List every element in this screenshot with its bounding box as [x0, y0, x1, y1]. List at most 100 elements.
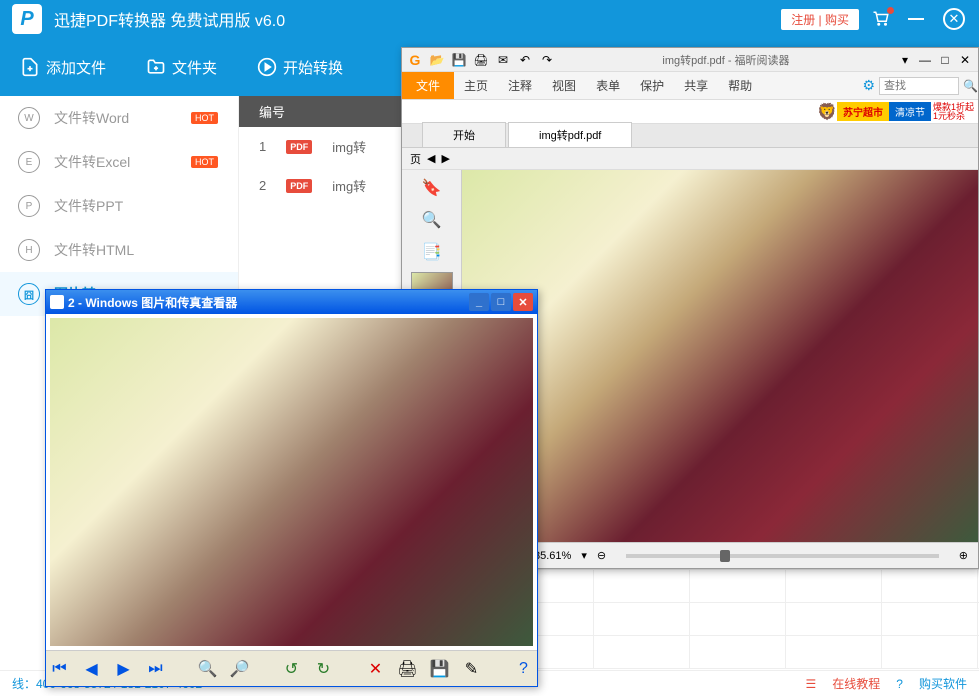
add-folder-button[interactable]: 文件夹	[146, 57, 217, 78]
tab-start[interactable]: 开始	[422, 122, 506, 147]
menu-comment[interactable]: 注释	[498, 72, 542, 99]
menu-help[interactable]: 帮助	[718, 72, 762, 99]
main-minimize-button[interactable]	[903, 6, 929, 32]
zoom-slider[interactable]	[626, 554, 939, 558]
file-num: 1	[259, 139, 266, 154]
page-label: 页	[410, 151, 421, 167]
pv-delete-icon[interactable]: ✕	[365, 658, 387, 680]
next-page-icon[interactable]: ▶	[441, 152, 449, 165]
list-icon: ☰	[806, 677, 817, 691]
foxit-minimize-button[interactable]: —	[916, 51, 934, 69]
image-icon: 囧	[18, 283, 40, 305]
foxit-title: img转pdf.pdf - 福昕阅读器	[556, 52, 896, 68]
sidebar-item-excel[interactable]: E 文件转Excel HOT	[0, 140, 238, 184]
pv-title-text: 2 - Windows 图片和传真查看器	[68, 294, 237, 311]
html-icon: H	[18, 239, 40, 261]
file-num: 2	[259, 178, 266, 193]
add-folder-label: 文件夹	[172, 57, 217, 78]
pv-help-icon[interactable]: ?	[513, 658, 535, 680]
foxit-close-button[interactable]: ✕	[956, 51, 974, 69]
open-icon[interactable]: 📂	[428, 51, 446, 69]
pv-titlebar: 2 - Windows 图片和传真查看器 _ □ ✕	[46, 290, 537, 314]
start-convert-label: 开始转换	[283, 57, 343, 78]
page-toolbar: 页 ◀ ▶	[402, 148, 978, 170]
pv-rotate-left-icon[interactable]: ↺	[281, 658, 303, 680]
pv-edit-icon[interactable]: ✎	[461, 658, 483, 680]
pv-maximize-button[interactable]: □	[491, 293, 511, 311]
foxit-logo-icon: G	[406, 51, 424, 69]
file-name: img转	[332, 137, 366, 156]
sidebar-item-ppt[interactable]: P 文件转PPT	[0, 184, 238, 228]
pv-toolbar: ⏮ ◀ ▶ ⏭ 🔍 🔎 ↺ ↻ ✕ 🖨 💾 ✎ ?	[46, 650, 537, 686]
ppt-icon: P	[18, 195, 40, 217]
pv-rotate-right-icon[interactable]: ↻	[313, 658, 335, 680]
start-convert-button[interactable]: 开始转换	[257, 57, 343, 78]
ad-text[interactable]: 清凉节	[889, 102, 931, 121]
pv-next-icon[interactable]: ⏭	[145, 658, 167, 680]
main-titlebar: P 迅捷PDF转换器 免费试用版 v6.0 注册 | 购买 ✕	[0, 0, 979, 38]
sidebar-label: 文件转Word	[54, 108, 129, 128]
menu-view[interactable]: 视图	[542, 72, 586, 99]
sidebar-item-html[interactable]: H 文件转HTML	[0, 228, 238, 272]
sidebar-label: 文件转PPT	[54, 196, 123, 216]
register-button[interactable]: 注册 | 购买	[781, 9, 859, 30]
prev-page-icon[interactable]: ◀	[427, 152, 435, 165]
ad-text[interactable]: 苏宁超市	[837, 102, 889, 121]
email-icon[interactable]: ✉	[494, 51, 512, 69]
search-panel-icon[interactable]: 🔍	[420, 208, 444, 232]
foxit-maximize-button[interactable]: □	[936, 51, 954, 69]
pv-close-button[interactable]: ✕	[513, 293, 533, 311]
search-input[interactable]	[879, 77, 959, 95]
menu-form[interactable]: 表单	[586, 72, 630, 99]
buy-link[interactable]: 购买软件	[919, 675, 967, 692]
pv-save-icon[interactable]: 💾	[429, 658, 451, 680]
cart-icon[interactable]	[871, 10, 891, 28]
pv-actual-icon[interactable]: 🔎	[229, 658, 251, 680]
file-name: img转	[332, 176, 366, 195]
file-menu[interactable]: 文件	[402, 72, 454, 99]
hot-badge: HOT	[191, 156, 218, 168]
print-icon[interactable]: 🖨	[472, 51, 490, 69]
menu-protect[interactable]: 保护	[630, 72, 674, 99]
save-icon[interactable]: 💾	[450, 51, 468, 69]
pv-image-area	[46, 314, 537, 650]
pdf-badge: PDF	[286, 179, 312, 193]
app-title: 迅捷PDF转换器 免费试用版 v6.0	[54, 7, 781, 31]
foxit-titlebar: G 📂 💾 🖨 ✉ ↶ ↷ img转pdf.pdf - 福昕阅读器 ▾ — □ …	[402, 48, 978, 72]
settings-icon[interactable]: ⚙	[862, 77, 875, 94]
undo-icon[interactable]: ↶	[516, 51, 534, 69]
pdf-canvas[interactable]	[462, 170, 978, 542]
tutorial-link[interactable]: 在线教程	[832, 675, 880, 692]
pages-icon[interactable]: 📑	[420, 240, 444, 264]
zoom-dropdown-icon[interactable]: ▾	[581, 549, 587, 562]
tab-document[interactable]: img转pdf.pdf	[508, 122, 632, 147]
main-close-button[interactable]: ✕	[941, 6, 967, 32]
sidebar-item-word[interactable]: W 文件转Word HOT	[0, 96, 238, 140]
sidebar-label: 文件转Excel	[54, 152, 130, 172]
add-file-label: 添加文件	[46, 57, 106, 78]
foxit-options-icon[interactable]: ▾	[896, 51, 914, 69]
search-icon[interactable]: 🔍	[963, 79, 978, 93]
pv-slideshow-icon[interactable]: ▶	[113, 658, 135, 680]
zoom-out-icon[interactable]: ⊖	[597, 549, 606, 562]
pv-fit-icon[interactable]: 🔍	[197, 658, 219, 680]
pv-prev-icon[interactable]: ◀	[81, 658, 103, 680]
zoom-value: 85.61%	[534, 550, 571, 562]
ad-subtext: 1元秒杀	[933, 112, 974, 121]
pv-first-icon[interactable]: ⏮	[49, 658, 71, 680]
pv-minimize-button[interactable]: _	[469, 293, 489, 311]
help-icon: ?	[896, 677, 903, 691]
lion-icon: 🦁	[817, 102, 837, 122]
pdf-page	[462, 170, 978, 542]
zoom-in-icon[interactable]: ⊕	[959, 549, 968, 562]
word-icon: W	[18, 107, 40, 129]
document-tabs: 开始 img转pdf.pdf	[402, 124, 978, 148]
excel-icon: E	[18, 151, 40, 173]
menu-home[interactable]: 主页	[454, 72, 498, 99]
pv-print-icon[interactable]: 🖨	[397, 658, 419, 680]
redo-icon[interactable]: ↷	[538, 51, 556, 69]
menu-share[interactable]: 共享	[674, 72, 718, 99]
bookmark-icon[interactable]: 🔖	[420, 176, 444, 200]
pdf-badge: PDF	[286, 140, 312, 154]
add-file-button[interactable]: 添加文件	[20, 57, 106, 78]
